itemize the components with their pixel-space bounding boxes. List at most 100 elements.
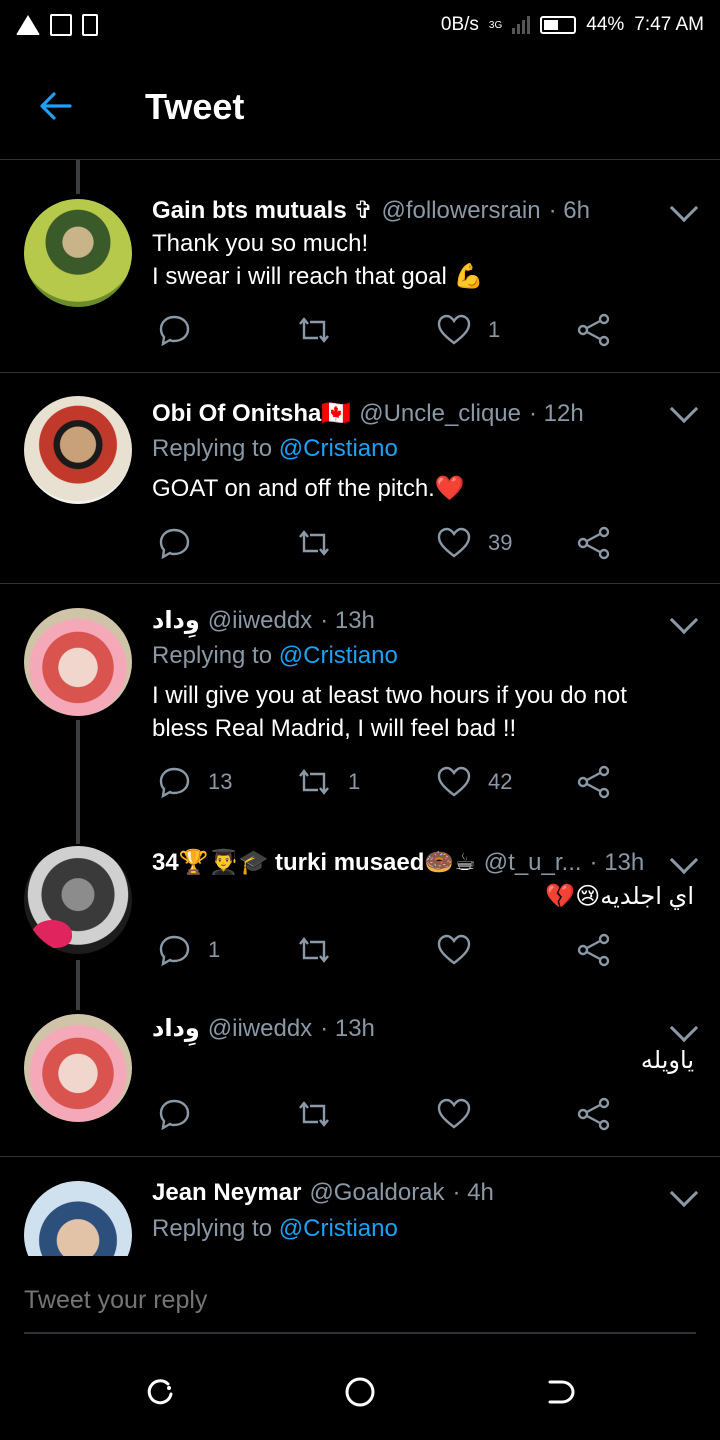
retweet-icon (299, 530, 329, 556)
tweet[interactable]: Obi Of Onitsha🇨🇦 @Uncle_clique · 12h Rep… (0, 373, 720, 583)
display-name[interactable]: Jean Neymar (152, 1179, 301, 1207)
chevron-down-icon[interactable] (669, 193, 699, 223)
tweet-actions: 1 (152, 932, 632, 972)
screen-cast-icon (50, 14, 72, 36)
timestamp: · 4h (452, 1179, 494, 1206)
back-arrow-icon[interactable] (38, 88, 74, 124)
display-name[interactable]: 34🏆👨‍🎓🎓 turki musaed🍩☕ (152, 848, 476, 877)
tweet[interactable]: 34🏆👨‍🎓🎓 turki musaed🍩☕ @t_u_r... · 13h ا… (0, 824, 720, 992)
retweet-icon (299, 1101, 329, 1127)
tweet[interactable]: وِداد @iiweddx · 13h ياويله (0, 992, 720, 1156)
tweet-header: Obi Of Onitsha🇨🇦 @Uncle_clique · 12h (152, 399, 584, 428)
avatar[interactable] (24, 1181, 132, 1256)
user-handle[interactable]: @Goaldorak (309, 1179, 444, 1207)
retweet-icon (299, 937, 329, 963)
tweet-text-line: اي اجلديه😢💔 (545, 883, 694, 910)
retweet-button[interactable] (296, 932, 348, 968)
avatar[interactable] (24, 1014, 132, 1122)
user-handle[interactable]: @iiweddx (208, 607, 312, 635)
retweet-button[interactable]: 1 (296, 764, 360, 800)
share-icon (577, 765, 610, 799)
home-icon[interactable] (344, 1376, 376, 1408)
network-type: 3G (488, 19, 503, 31)
tweet-text-line: ياويله (640, 1047, 694, 1074)
display-name[interactable]: وِداد (152, 606, 200, 635)
tweet-text-line: I swear i will reach that goal 💪 (152, 263, 484, 290)
share-button[interactable] (576, 525, 612, 561)
avatar[interactable] (24, 396, 132, 504)
chevron-down-icon[interactable] (669, 1013, 699, 1043)
reply-count: 1 (208, 937, 221, 962)
timestamp: · 13h (589, 849, 645, 876)
battery-icon (540, 16, 577, 34)
user-handle[interactable]: @Uncle_clique (359, 400, 521, 428)
tweet[interactable]: وِداد @iiweddx · 13h Replying to @Cristi… (0, 584, 720, 824)
page-title: Tweet (145, 86, 245, 127)
tweet[interactable]: Jean Neymar @Goaldorak · 4h Replying to … (0, 1157, 720, 1256)
tweet-actions: 1 (152, 312, 632, 352)
reply-button[interactable] (156, 525, 208, 561)
tweet-text-line: I will give you at least two hours if yo… (152, 682, 627, 709)
recent-apps-icon[interactable] (144, 1376, 176, 1408)
like-button[interactable] (436, 1096, 488, 1132)
chevron-down-icon[interactable] (669, 605, 699, 635)
replying-to-link[interactable]: @Cristiano (279, 642, 398, 669)
like-button[interactable]: 42 (436, 764, 512, 800)
retweet-icon (299, 317, 329, 343)
replying-to: Replying to @Cristiano (152, 1215, 398, 1243)
heart-icon (437, 766, 471, 797)
like-button[interactable]: 39 (436, 525, 512, 561)
reply-icon (159, 935, 190, 967)
retweet-icon (299, 769, 329, 795)
status-left (16, 14, 98, 36)
tweet-text-line: bless Real Madrid, I will feel bad !! (152, 715, 517, 742)
replying-to: Replying to @Cristiano (152, 642, 398, 670)
share-button[interactable] (576, 764, 612, 800)
reply-button[interactable] (156, 312, 208, 348)
reply-icon (159, 767, 190, 799)
replying-to-link[interactable]: @Cristiano (279, 1215, 398, 1242)
chevron-down-icon[interactable] (669, 1178, 699, 1208)
replying-to-link[interactable]: @Cristiano (279, 435, 398, 462)
avatar[interactable] (24, 608, 132, 716)
share-button[interactable] (576, 1096, 612, 1132)
display-name[interactable]: Gain bts mutuals ✞ (152, 196, 373, 225)
reply-button[interactable] (156, 1096, 208, 1132)
like-button[interactable]: 1 (436, 312, 500, 348)
reply-button[interactable]: 1 (156, 932, 220, 968)
retweet-button[interactable] (296, 525, 348, 561)
retweet-button[interactable] (296, 1096, 348, 1132)
share-button[interactable] (576, 312, 612, 348)
replying-to: Replying to @Cristiano (152, 435, 398, 463)
status-right: 0B/s 3G 44% 7:47 AM (441, 14, 704, 36)
chevron-down-icon[interactable] (669, 394, 699, 424)
tweet-header: وِداد @iiweddx · 13h (152, 1014, 375, 1043)
heart-sticker (32, 920, 72, 948)
retweet-button[interactable] (296, 312, 348, 348)
display-name[interactable]: Obi Of Onitsha🇨🇦 (152, 399, 351, 428)
share-button[interactable] (576, 932, 612, 968)
tweet-header: وِداد @iiweddx · 13h (152, 606, 375, 635)
back-icon[interactable] (544, 1376, 576, 1408)
avatar[interactable] (24, 846, 132, 954)
chevron-down-icon[interactable] (669, 845, 699, 875)
like-count: 1 (488, 317, 501, 342)
reply-button[interactable]: 13 (156, 764, 232, 800)
user-handle[interactable]: @t_u_r... (484, 849, 582, 877)
user-handle[interactable]: @followersrain (381, 197, 540, 225)
avatar[interactable] (24, 199, 132, 307)
like-button[interactable] (436, 932, 488, 968)
heart-icon (437, 527, 471, 558)
like-count: 39 (488, 530, 513, 555)
tweet-text-line: GOAT on and off the pitch.❤️ (152, 475, 465, 502)
reply-input[interactable] (24, 1286, 696, 1315)
warning-icon (16, 15, 40, 35)
display-name[interactable]: وِداد (152, 1014, 200, 1043)
tweet-text: I will give you at least two hours if yo… (152, 679, 627, 745)
network-speed: 0B/s (440, 14, 479, 35)
tweet-actions: 13 1 42 (152, 764, 632, 804)
tweet-text: اي اجلديه😢💔 (545, 880, 694, 913)
user-handle[interactable]: @iiweddx (208, 1015, 312, 1043)
top-app-bar: Tweet (0, 50, 720, 160)
tweet[interactable]: Gain bts mutuals ✞ @followersrain · 6h T… (0, 160, 720, 372)
